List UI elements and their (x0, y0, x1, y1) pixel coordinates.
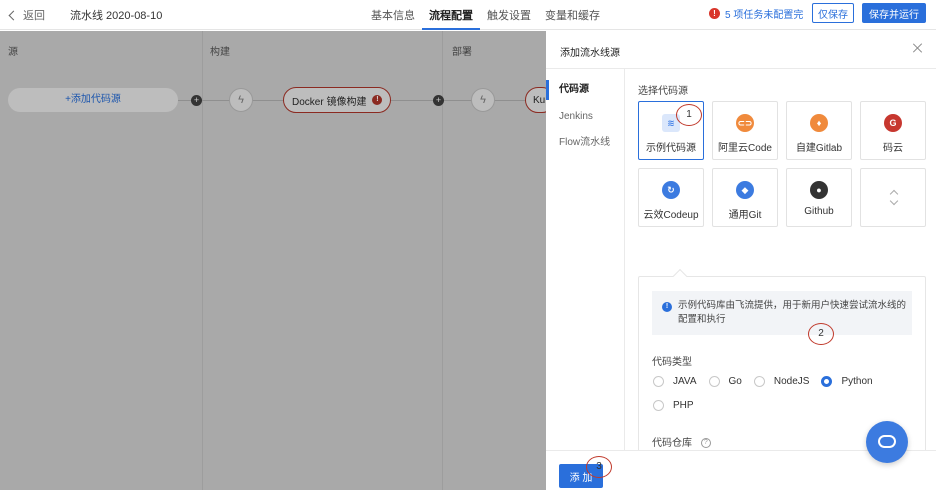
repo-label: 代码仓库 (652, 438, 692, 449)
repo-label-row: 代码仓库 ? (652, 434, 711, 449)
trigger-bolt-icon[interactable]: ϟ (471, 88, 495, 112)
radio-go[interactable]: Go (708, 376, 742, 387)
warning-icon: ! (709, 8, 720, 19)
side-item-jenkins[interactable]: Jenkins (546, 107, 625, 127)
source-card-aliyun-code[interactable]: ⊂⊃ 阿里云Code (712, 101, 778, 160)
codeup-icon: ↻ (662, 181, 680, 199)
code-type-radios-row2: PHP (653, 400, 706, 411)
source-name: 通用Git (728, 210, 762, 221)
select-source-label: 选择代码源 (638, 86, 688, 97)
side-item-flow-pipeline[interactable]: Flow流水线 (546, 133, 625, 153)
error-icon: ! (372, 95, 383, 105)
expand-collapse-icon (890, 191, 898, 205)
radio-circle (708, 376, 720, 387)
add-stage-icon[interactable]: + (433, 95, 444, 106)
drawer-content: 选择代码源 ≋ 示例代码源 ⊂⊃ 阿里云Code ♦ 自建Gitlab G 码云… (626, 69, 936, 450)
job-label: Ku (533, 94, 546, 106)
help-icon[interactable]: ? (700, 438, 711, 449)
drawer-header: 添加流水线源 (546, 31, 936, 69)
gitlab-icon: ♦ (810, 114, 828, 132)
gitee-icon: G (884, 114, 902, 132)
side-item-code-source[interactable]: 代码源 (546, 80, 625, 100)
chevron-left-icon (8, 10, 19, 20)
source-card-gitlab[interactable]: ♦ 自建Gitlab (786, 101, 852, 160)
radio-circle (753, 376, 765, 387)
source-name: Github (804, 206, 834, 217)
trigger-bolt-icon[interactable]: ϟ (229, 88, 253, 112)
back-label: 返回 (23, 10, 45, 22)
source-name: 云效Codeup (643, 210, 699, 221)
source-type-nav: 代码源 Jenkins Flow流水线 (546, 69, 625, 450)
docker-build-job[interactable]: Docker 镜像构建 ! (283, 87, 392, 113)
close-icon[interactable] (912, 42, 924, 54)
source-more-toggle[interactable] (860, 168, 926, 227)
add-stage-icon[interactable]: + (191, 95, 202, 106)
column-source-title: 源 (8, 47, 18, 58)
radio-nodejs[interactable]: NodeJS (753, 376, 810, 387)
radio-label: JAVA (673, 376, 697, 387)
add-source-drawer: 添加流水线源 代码源 Jenkins Flow流水线 选择代码源 ≋ 示例代码源… (546, 31, 936, 490)
radio-php[interactable]: PHP (653, 400, 694, 411)
radio-java[interactable]: JAVA (653, 376, 697, 387)
source-name: 码云 (883, 143, 903, 154)
radio-label: Python (841, 376, 873, 387)
add-source-button[interactable]: +添加代码源 (8, 88, 178, 112)
annotation-marker-2: 2 (808, 323, 834, 345)
source-name: 阿里云Code (718, 143, 772, 154)
aliyun-code-icon: ⊂⊃ (736, 114, 754, 132)
code-type-radios: JAVA Go NodeJS Python (653, 376, 885, 387)
annotation-marker-3: 3 (586, 456, 612, 478)
radio-circle (653, 376, 664, 387)
column-build-title: 构建 (210, 47, 230, 58)
column-deploy-title: 部署 (452, 47, 472, 58)
github-icon: ● (810, 181, 828, 199)
tab-basic-info[interactable]: 基本信息 (364, 0, 422, 30)
unconfigured-warning[interactable]: ! 5 项任务未配置完 (709, 6, 803, 21)
tab-trigger-settings[interactable]: 触发设置 (480, 0, 538, 30)
radio-circle (653, 400, 664, 411)
radio-python[interactable]: Python (821, 376, 873, 387)
source-card-github[interactable]: ● Github (786, 168, 852, 227)
info-text: 示例代码库由飞流提供，用于新用户快速尝试流水线的配置和执行 (678, 300, 907, 325)
radio-label: Go (728, 376, 742, 387)
source-card-generic-git[interactable]: ◆ 通用Git (712, 168, 778, 227)
info-icon: ! (662, 302, 672, 312)
source-name: 自建Gitlab (795, 143, 843, 154)
job-label: Docker 镜像构建 (292, 96, 367, 108)
code-type-label: 代码类型 (652, 357, 692, 368)
source-card-codeup[interactable]: ↻ 云效Codeup (638, 168, 704, 227)
save-and-run-button[interactable]: 保存并运行 (862, 3, 926, 23)
pipeline-canvas: 源 构建 部署 +添加代码源 + ϟ Docker 镜像构建 ! + ϟ Ku (0, 31, 555, 490)
chat-support-button[interactable] (866, 421, 908, 463)
drawer-title: 添加流水线源 (560, 48, 620, 59)
warning-text: 5 项任务未配置完 (725, 10, 804, 21)
radio-label: NodeJS (773, 376, 810, 387)
annotation-marker-1: 1 (676, 104, 702, 126)
save-only-button[interactable]: 仅保存 (812, 3, 854, 23)
git-icon: ◆ (736, 181, 754, 199)
panel-pointer (672, 268, 688, 284)
source-card-gitee[interactable]: G 码云 (860, 101, 926, 160)
tab-flow-config[interactable]: 流程配置 (422, 0, 480, 30)
main-tabs: 基本信息 流程配置 触发设置 变量和缓存 (364, 0, 607, 30)
back-button[interactable]: 返回 (8, 7, 45, 23)
source-name: 示例代码源 (646, 143, 696, 154)
tab-variables-cache[interactable]: 变量和缓存 (538, 0, 607, 30)
top-bar: 返回 流水线 2020-08-10 基本信息 流程配置 触发设置 变量和缓存 !… (0, 0, 936, 30)
pipeline-title: 流水线 2020-08-10 (70, 10, 163, 22)
chat-icon (878, 435, 896, 448)
radio-circle-checked (821, 376, 833, 387)
info-notice: ! 示例代码库由飞流提供，用于新用户快速尝试流水线的配置和执行 (652, 291, 912, 335)
radio-label: PHP (673, 400, 694, 411)
